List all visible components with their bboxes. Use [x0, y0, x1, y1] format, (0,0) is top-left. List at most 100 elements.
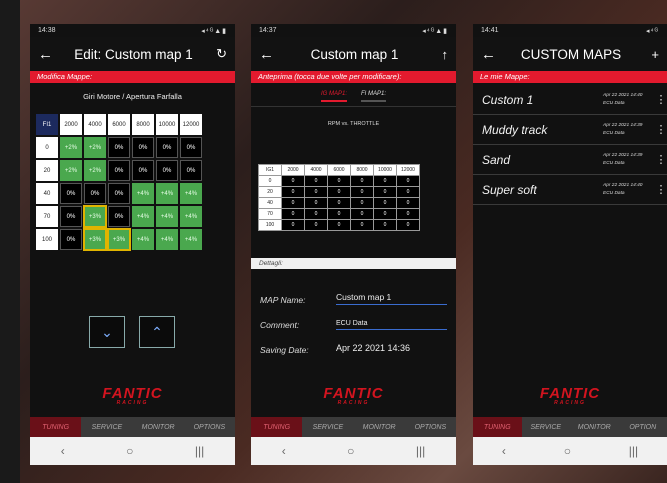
- grid-cell[interactable]: +2%: [84, 137, 106, 158]
- grid-cell[interactable]: +4%: [180, 183, 202, 204]
- grid-cell[interactable]: +2%: [60, 137, 82, 158]
- back-nav-icon[interactable]: ‹: [282, 444, 286, 458]
- table-cell: 0: [396, 208, 420, 220]
- table-cell: 0: [327, 219, 351, 231]
- upload-arrow-icon[interactable]: ↑: [432, 47, 449, 62]
- map-name: Custom 1: [482, 92, 534, 107]
- back-arrow-icon[interactable]: ←: [38, 46, 56, 63]
- map-list-item[interactable]: Super soft Apr 22 2021 14:40 ECU Data ⋮: [473, 175, 667, 205]
- map-list-item[interactable]: Muddy track Apr 22 2021 14:39 ECU Data ⋮: [473, 115, 667, 145]
- tab-service[interactable]: SERVICE: [81, 417, 132, 437]
- grid-cell[interactable]: 0%: [108, 160, 130, 181]
- grid-cell[interactable]: 0%: [156, 137, 178, 158]
- more-options-icon[interactable]: ⋮: [655, 153, 667, 166]
- grid-cell[interactable]: 0%: [108, 137, 130, 158]
- grid-header-row: FI1 2000 4000 6000 8000 10000 12000: [36, 112, 228, 135]
- comment-label: Comment:: [260, 320, 300, 330]
- recents-nav-icon[interactable]: |||: [629, 444, 638, 458]
- map-date: Apr 22 2021 14:39: [603, 152, 643, 158]
- home-nav-icon[interactable]: ○: [347, 444, 354, 458]
- table-row: 70 0 0 0 0 0 0: [258, 208, 420, 220]
- more-options-icon[interactable]: ⋮: [655, 123, 667, 136]
- tab-ig-map[interactable]: IG MAP1:: [320, 91, 347, 102]
- tab-tuning[interactable]: TUNING: [251, 417, 303, 437]
- grid-cell[interactable]: +4%: [156, 229, 178, 250]
- grid-cell[interactable]: 0%: [108, 183, 130, 204]
- grid-cell[interactable]: 0%: [84, 183, 106, 204]
- grid-cell[interactable]: +3%: [83, 228, 107, 251]
- grid-cell[interactable]: +2%: [60, 160, 82, 181]
- grid-cell[interactable]: +4%: [132, 229, 154, 250]
- add-icon[interactable]: +: [643, 47, 659, 62]
- recents-nav-icon[interactable]: |||: [195, 444, 204, 458]
- back-arrow-icon[interactable]: ←: [481, 46, 499, 63]
- grid-row: 20 +2% +2% 0% 0% 0% 0%: [36, 158, 228, 181]
- grid-cell[interactable]: 0%: [60, 183, 82, 204]
- system-nav-bar: ‹ ○ |||: [30, 437, 235, 465]
- status-bar: 14:37 ◂⁴ᴳ▲▮: [251, 24, 456, 37]
- grid-cell[interactable]: +4%: [180, 206, 202, 227]
- comment-field[interactable]: ECU Data: [336, 320, 447, 330]
- back-arrow-icon[interactable]: ←: [259, 46, 277, 63]
- grid-cell[interactable]: 0%: [60, 229, 82, 250]
- table-cell: 0: [304, 208, 328, 220]
- table-cell: 0: [304, 219, 328, 231]
- tab-options[interactable]: OPTIONS: [184, 417, 235, 437]
- grid-cell[interactable]: 0%: [108, 206, 130, 227]
- tab-monitor[interactable]: MONITOR: [354, 417, 405, 437]
- scroll-up-button[interactable]: ⌃: [139, 316, 175, 348]
- recents-nav-icon[interactable]: |||: [416, 444, 425, 458]
- system-nav-bar: ‹ ○ |||: [251, 437, 456, 465]
- grid-cell[interactable]: +4%: [132, 206, 154, 227]
- tab-fi-map[interactable]: FI MAP1:: [361, 91, 387, 102]
- map-list-item[interactable]: Custom 1 Apr 22 2021 14:40 ECU Data ⋮: [473, 85, 667, 115]
- more-options-icon[interactable]: ⋮: [655, 183, 667, 196]
- back-nav-icon[interactable]: ‹: [502, 444, 506, 458]
- grid-cell[interactable]: 0%: [60, 206, 82, 227]
- grid-row: 70 0% +3% 0% +4% +4% +4%: [36, 204, 228, 228]
- more-options-icon[interactable]: ⋮: [655, 93, 667, 106]
- home-nav-icon[interactable]: ○: [126, 444, 133, 458]
- grid-cell[interactable]: +3%: [107, 228, 131, 251]
- history-icon[interactable]: ↻: [211, 46, 227, 62]
- logo-subtext: RACING: [116, 400, 149, 406]
- table-cell: 0: [373, 219, 397, 231]
- map-name-label: MAP Name:: [260, 295, 306, 305]
- map-meta: Apr 22 2021 14:39 ECU Data: [603, 122, 655, 138]
- table-column-header: 10000: [373, 164, 397, 176]
- scroll-down-button[interactable]: ⌄: [89, 316, 125, 348]
- tab-tuning[interactable]: TUNING: [30, 417, 82, 437]
- table-cell: 0: [373, 175, 397, 187]
- map-preview-table[interactable]: IG1 2000 4000 6000 8000 10000 12000 0 0 0 0 0 0 0 20 0 0…: [258, 164, 420, 231]
- grid-cell[interactable]: +4%: [132, 183, 154, 204]
- table-cell: 0: [373, 186, 397, 198]
- grid-cell[interactable]: 0%: [180, 160, 202, 181]
- tab-service[interactable]: SERVICE: [302, 417, 353, 437]
- status-time: 14:41: [481, 27, 499, 34]
- tab-options[interactable]: OPTION: [619, 417, 667, 437]
- grid-cell[interactable]: +4%: [180, 229, 202, 250]
- table-row-header: 100: [258, 219, 282, 231]
- tab-tuning[interactable]: TUNING: [473, 417, 522, 437]
- tab-monitor[interactable]: MONITOR: [570, 417, 619, 437]
- grid-cell[interactable]: +4%: [156, 206, 178, 227]
- table-cell: 0: [350, 208, 374, 220]
- grid-cell[interactable]: 0%: [156, 160, 178, 181]
- map-details-form: MAP Name: Custom map 1 Comment: ECU Data…: [260, 280, 447, 355]
- grid-cell[interactable]: +3%: [83, 205, 107, 228]
- table-column-header: 12000: [396, 164, 420, 176]
- grid-cell[interactable]: 0%: [132, 160, 154, 181]
- tab-service[interactable]: SERVICE: [522, 417, 571, 437]
- table-header-row: IG1 2000 4000 6000 8000 10000 12000: [258, 164, 420, 176]
- map-list-item[interactable]: Sand Apr 22 2021 14:39 ECU Data ⋮: [473, 145, 667, 175]
- back-nav-icon[interactable]: ‹: [61, 444, 65, 458]
- grid-cell[interactable]: 0%: [132, 137, 154, 158]
- grid-cell[interactable]: 0%: [180, 137, 202, 158]
- grid-cell[interactable]: +2%: [84, 160, 106, 181]
- grid-cell[interactable]: +4%: [156, 183, 178, 204]
- home-nav-icon[interactable]: ○: [564, 444, 571, 458]
- map-name-field[interactable]: Custom map 1: [336, 292, 447, 305]
- table-cell: 0: [304, 186, 328, 198]
- tab-options[interactable]: OPTIONS: [405, 417, 456, 437]
- tab-monitor[interactable]: MONITOR: [133, 417, 184, 437]
